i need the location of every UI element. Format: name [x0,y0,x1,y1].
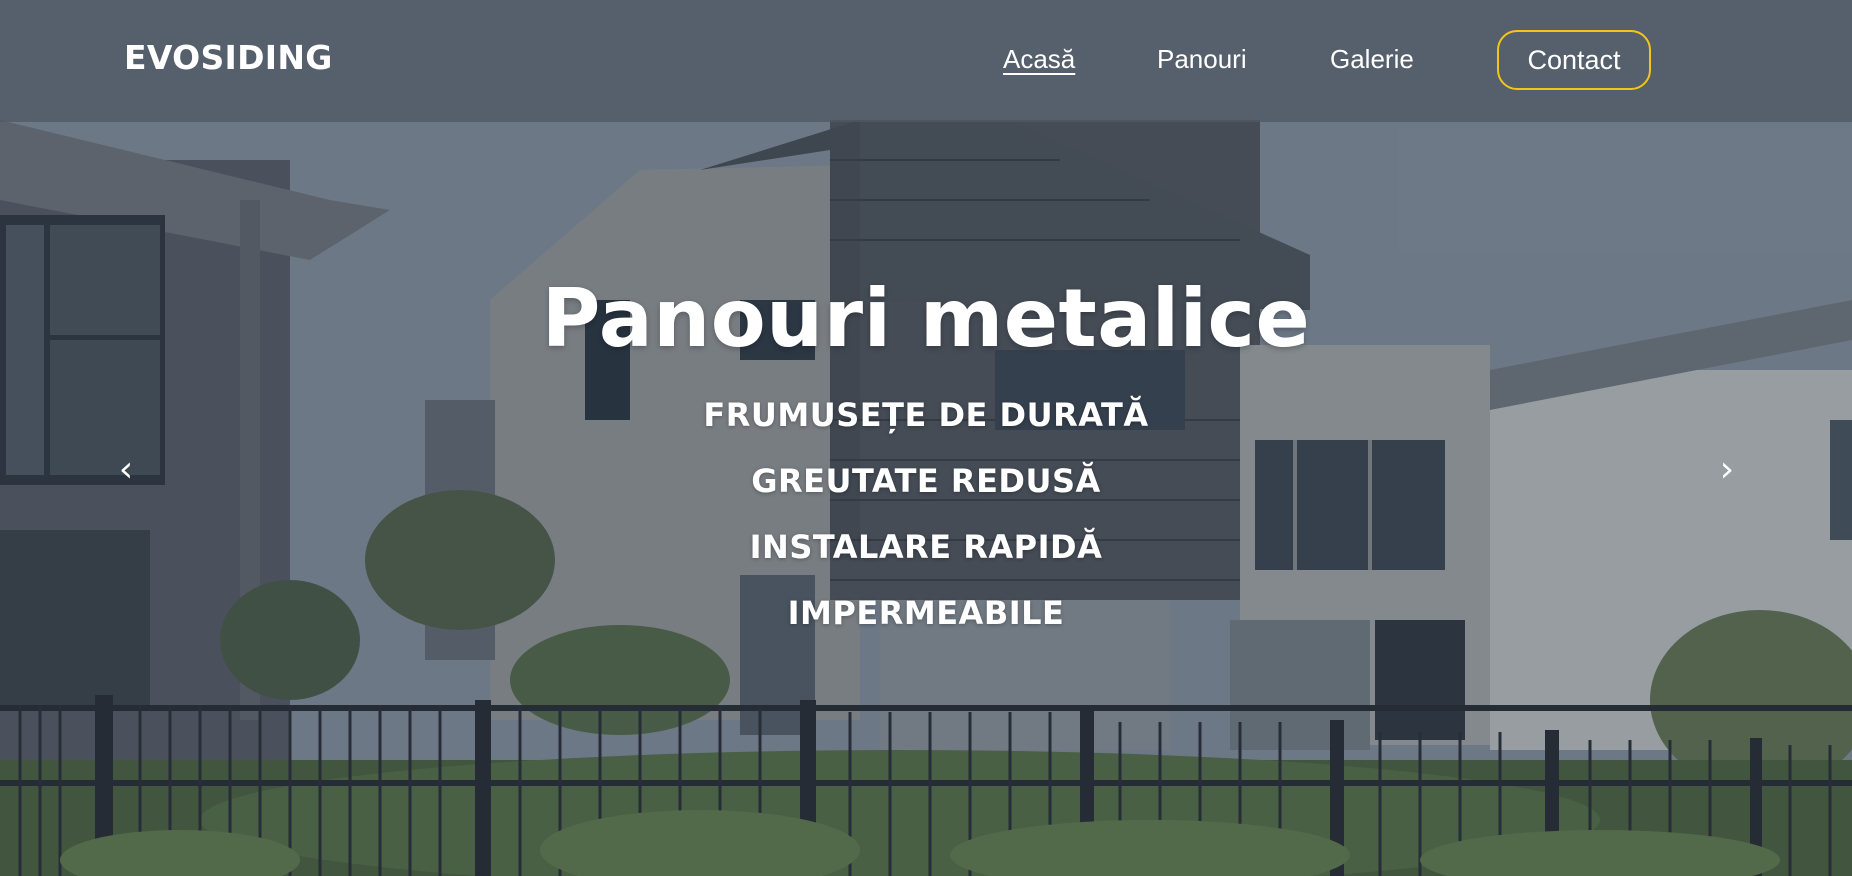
feature-item: IMPERMEABILE [787,594,1065,632]
feature-item: INSTALARE RAPIDĂ [749,528,1103,566]
feature-item: FRUMUSEȚE DE DURATĂ [703,396,1149,434]
slider-next-arrow-icon[interactable]: › [1707,444,1747,494]
nav-item-home[interactable]: Acasă [1003,44,1075,75]
hero-title: Panouri metalice [541,272,1311,365]
feature-item: GREUTATE REDUSĂ [751,462,1101,500]
site-header: EVOSIDING Acasă Panouri Galerie Contact [0,0,1852,122]
contact-button[interactable]: Contact [1497,30,1651,90]
hero-dark-overlay [0,0,1852,876]
hero-slider [0,0,1852,876]
site-logo[interactable]: EVOSIDING [124,38,333,77]
nav-item-panels[interactable]: Panouri [1157,44,1247,75]
nav-item-gallery[interactable]: Galerie [1330,44,1414,75]
slider-prev-arrow-icon[interactable]: ‹ [106,444,146,494]
